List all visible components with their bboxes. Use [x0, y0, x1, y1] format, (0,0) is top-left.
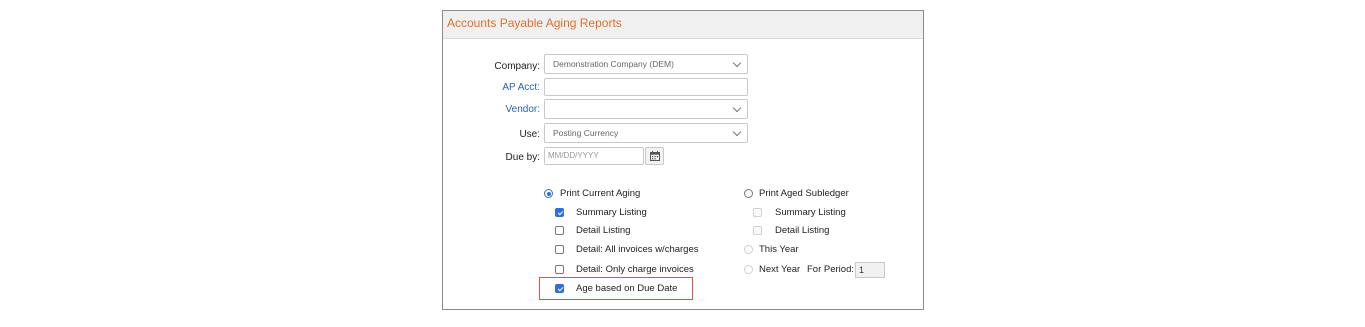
for-period-value: 1	[859, 265, 865, 275]
summary-listing-label: Summary Listing	[576, 207, 647, 218]
detail-all-invoices-label: Detail: All invoices w/charges	[576, 244, 699, 255]
company-select[interactable]: Demonstration Company (DEM)	[544, 54, 748, 74]
print-current-aging-label: Print Current Aging	[560, 188, 641, 199]
due-by-label: Due by:	[505, 152, 540, 163]
use-select[interactable]: Posting Currency	[544, 123, 748, 143]
ap-acct-input[interactable]	[544, 78, 748, 96]
next-year-label: Next Year	[759, 264, 801, 275]
detail-only-charge-checkbox[interactable]	[555, 265, 564, 274]
chevron-down-icon	[732, 58, 742, 68]
summary-listing-checkbox[interactable]	[555, 208, 564, 217]
vendor-label[interactable]: Vendor:	[420, 104, 540, 115]
detail-listing-checkbox[interactable]	[555, 226, 564, 235]
use-label: Use:	[519, 129, 540, 140]
use-select-value: Posting Currency	[553, 128, 619, 138]
subledger-detail-listing-label: Detail Listing	[775, 225, 830, 236]
this-year-label: This Year	[759, 244, 799, 255]
vendor-select[interactable]	[544, 99, 748, 119]
detail-all-invoices-checkbox[interactable]	[555, 245, 564, 254]
print-aged-subledger-radio[interactable]	[744, 189, 753, 198]
print-current-aging-radio[interactable]	[544, 189, 553, 198]
company-label: Company:	[494, 61, 540, 72]
for-period-input[interactable]: 1	[855, 262, 885, 278]
due-by-input[interactable]: MM/DD/YYYY	[544, 147, 644, 165]
calendar-icon	[650, 151, 660, 161]
ap-acct-label[interactable]: AP Acct:	[420, 82, 540, 93]
company-select-value: Demonstration Company (DEM)	[553, 59, 674, 69]
print-aged-subledger-label: Print Aged Subledger	[759, 188, 849, 199]
subledger-detail-listing-checkbox[interactable]	[753, 226, 762, 235]
due-by-placeholder: MM/DD/YYYY	[548, 151, 599, 160]
date-picker-button[interactable]	[645, 147, 664, 165]
subledger-summary-listing-checkbox[interactable]	[753, 208, 762, 217]
chevron-down-icon	[732, 127, 742, 137]
detail-listing-label: Detail Listing	[576, 225, 631, 236]
highlight-box	[539, 277, 693, 300]
detail-only-charge-label: Detail: Only charge invoices	[576, 264, 694, 275]
next-year-radio[interactable]	[744, 265, 753, 274]
subledger-summary-listing-label: Summary Listing	[775, 207, 846, 218]
panel-title: Accounts Payable Aging Reports	[443, 11, 923, 39]
this-year-radio[interactable]	[744, 245, 753, 254]
chevron-down-icon	[732, 103, 742, 113]
for-period-label: For Period:	[807, 264, 854, 275]
